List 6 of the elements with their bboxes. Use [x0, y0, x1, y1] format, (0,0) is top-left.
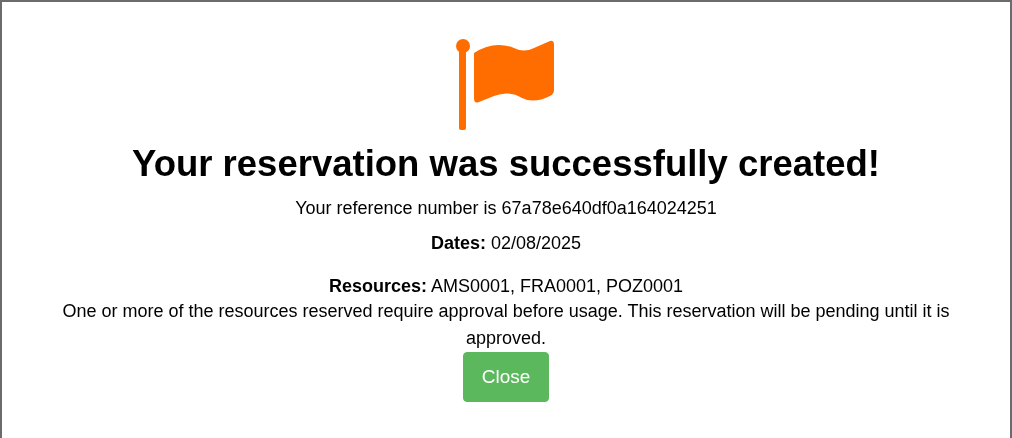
reference-number: Your reference number is 67a78e640df0a164024251: [295, 196, 717, 220]
approval-note: One or more of the resources reserved require approval before usage. This reservation will be pending until it is approved.: [61, 299, 951, 350]
dialog-title: Your reservation was successfully created!: [132, 142, 880, 186]
dates-text: Dates: 02/08/2025: [430, 232, 582, 256]
close-button[interactable]: Close: [462, 351, 550, 403]
resources-text: Resources: AMS0001, FRA0001, POZ0001: [328, 274, 684, 298]
